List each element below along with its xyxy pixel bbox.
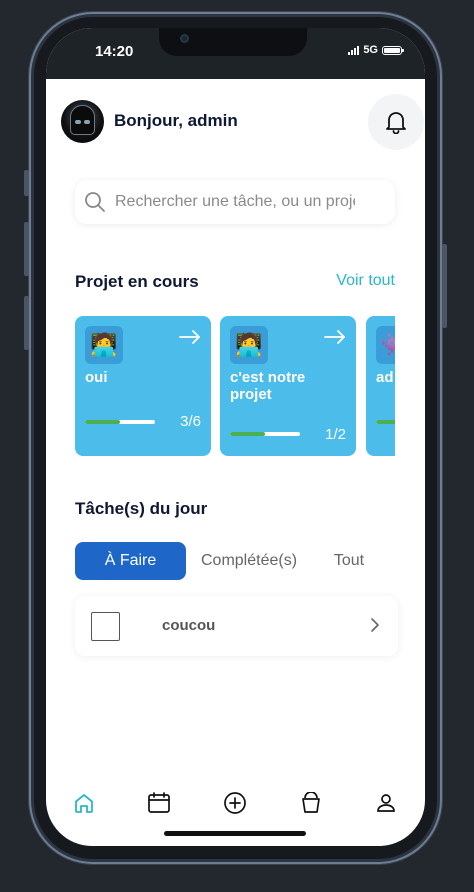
tab-all[interactable]: Tout	[325, 542, 373, 580]
task-tabs: À Faire Complétée(s) Tout	[75, 542, 385, 580]
app-screen: 14:20 5G Bonjour, admin Rechercher une t…	[46, 28, 425, 846]
project-icon: 🧑‍💻	[230, 326, 268, 364]
search-icon	[85, 192, 105, 212]
tab-completed[interactable]: Complétée(s)	[193, 542, 305, 580]
project-name: c'est notre projet	[230, 369, 306, 403]
project-name: oui	[85, 369, 108, 386]
network-type: 5G	[363, 44, 378, 56]
home-icon	[75, 794, 93, 813]
project-icon: 👾	[376, 326, 395, 364]
chevron-right-icon	[371, 618, 379, 632]
search-bar[interactable]	[75, 180, 395, 224]
project-progress-fill	[376, 420, 395, 424]
see-all-link[interactable]: Voir tout	[336, 272, 395, 290]
project-progress	[376, 420, 395, 424]
projects-title: Projet en cours	[75, 272, 199, 291]
notch	[159, 28, 307, 56]
nav-bucket[interactable]	[299, 791, 323, 815]
bell-icon	[386, 112, 406, 134]
volume-down-button	[24, 296, 29, 350]
nav-calendar[interactable]	[147, 791, 171, 815]
project-progress	[85, 420, 155, 424]
bucket-icon	[302, 792, 320, 813]
signal-icon	[348, 45, 360, 55]
greeting-text: Bonjour, admin	[114, 111, 238, 130]
project-task-count: 1/2	[325, 426, 346, 443]
nav-home[interactable]	[72, 791, 96, 815]
project-icon: 🧑‍💻	[85, 326, 123, 364]
task-checkbox[interactable]	[91, 612, 120, 641]
nav-profile[interactable]	[374, 791, 398, 815]
project-progress-fill	[85, 420, 120, 424]
project-card[interactable]: 🧑‍💻 oui 3/6	[75, 316, 211, 456]
header: Bonjour, admin	[60, 94, 424, 150]
status-bar: 14:20 5G	[46, 28, 425, 79]
arrow-right-icon	[179, 330, 200, 344]
project-card[interactable]: 👾 ad	[366, 316, 395, 456]
front-camera	[180, 34, 189, 43]
power-button	[442, 244, 447, 328]
bottom-nav	[46, 783, 425, 827]
profile-icon	[377, 794, 395, 812]
notifications-button[interactable]	[368, 94, 424, 150]
tab-todo[interactable]: À Faire	[75, 542, 186, 580]
task-title: coucou	[162, 617, 216, 634]
project-card[interactable]: 🧑‍💻 c'est notre projet 1/2	[220, 316, 356, 456]
mute-switch	[24, 170, 29, 196]
task-item[interactable]: coucou	[75, 596, 398, 656]
project-task-count: 3/6	[180, 413, 201, 430]
status-indicators: 5G	[348, 44, 404, 56]
avatar[interactable]	[61, 100, 104, 143]
arrow-right-icon	[324, 330, 345, 344]
volume-up-button	[24, 222, 29, 276]
add-icon	[224, 792, 246, 814]
home-indicator	[164, 831, 306, 836]
project-name: ad	[376, 369, 394, 386]
search-input[interactable]	[115, 180, 355, 224]
battery-icon	[382, 45, 404, 55]
project-progress-fill	[230, 432, 265, 436]
project-progress	[230, 432, 300, 436]
nav-add[interactable]	[223, 791, 247, 815]
project-cards: 🧑‍💻 oui 3/6 🧑‍💻 c'est notre projet 1/2 👾	[75, 316, 395, 457]
tasks-title: Tâche(s) du jour	[75, 499, 208, 518]
status-time: 14:20	[95, 43, 134, 60]
calendar-icon	[148, 792, 170, 813]
